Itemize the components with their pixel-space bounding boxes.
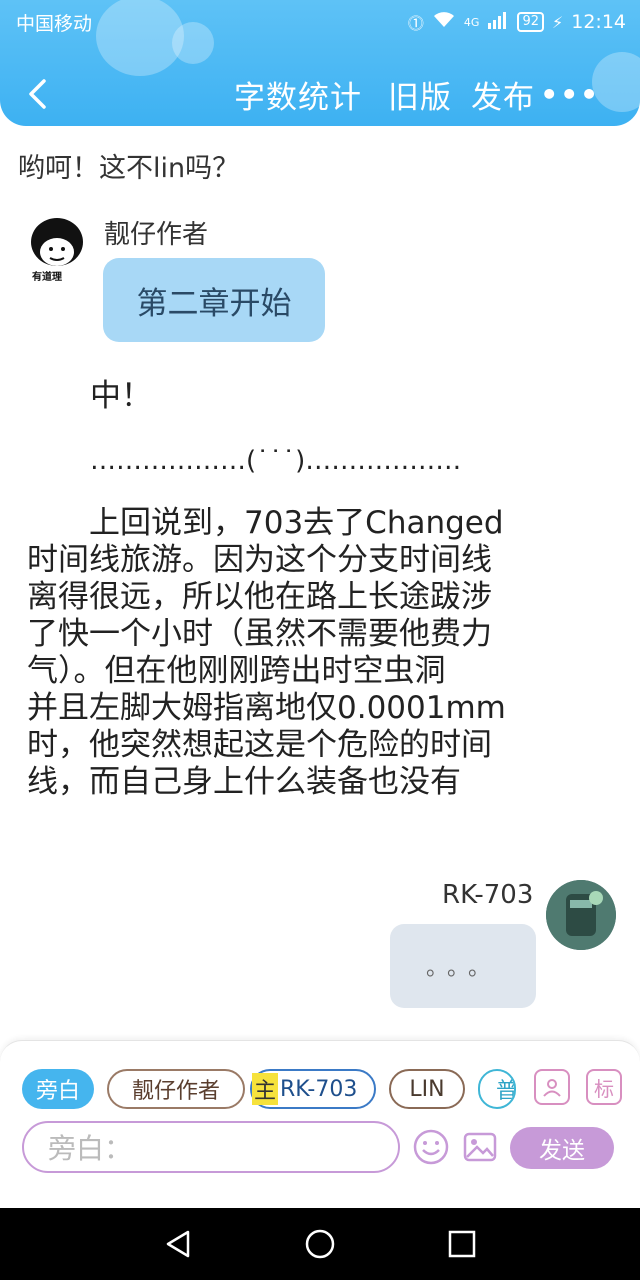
paragraph-line: 离得很远，所以他在路上长途跋涉 <box>27 579 492 615</box>
paragraph-line: 线，而自己身上什么装备也没有 <box>27 764 461 800</box>
role-chip-pu[interactable]: 普 <box>478 1069 516 1109</box>
aside-line: 哟呵！这不lin吗？ <box>18 153 240 184</box>
recents-nav-icon[interactable] <box>446 1228 478 1260</box>
carrier-label: 中国移动 <box>16 12 93 35</box>
role-chip-aside[interactable]: 旁白 <box>22 1069 94 1109</box>
send-button[interactable]: 发送 <box>510 1127 614 1169</box>
charging-icon: ⚡ <box>552 12 564 32</box>
paragraph-line: 并且左脚大姆指离地仅0.0001mm <box>27 690 506 726</box>
rk-avatar[interactable] <box>546 880 616 950</box>
data-saver-icon: ⓵ <box>407 14 424 33</box>
more-icon[interactable]: ••• <box>540 78 600 111</box>
role-chip-author[interactable]: 靓仔作者 <box>107 1069 245 1109</box>
rk-name: RK-703 <box>442 880 534 910</box>
author-name: 靓仔作者 <box>104 220 209 250</box>
status-bar: 中国移动 ⓵ 4G 92 ⚡ 12:14 <box>16 6 626 38</box>
message-input[interactable]: 旁白： <box>22 1121 400 1173</box>
publish-button[interactable]: 发布 <box>471 72 535 117</box>
image-icon[interactable] <box>462 1129 498 1165</box>
signal-icon <box>487 11 509 33</box>
clock: 12:14 <box>571 11 626 33</box>
narration-paragraph: 上回说到，703去了Changed 时间线旅游。因为这个分支时间线 离得很远，所… <box>27 505 607 801</box>
paragraph-line: 气）。但在他刚刚跨出时空虫洞 <box>27 653 446 689</box>
add-role-icon[interactable] <box>534 1069 570 1105</box>
narration-line: ………………(˙˙˙)……………… <box>90 446 462 476</box>
home-nav-icon[interactable] <box>304 1228 336 1260</box>
paragraph-line: 时，他突然想起这是个危险的时间 <box>27 727 492 763</box>
role-chip-rk[interactable]: 主 RK-703 <box>250 1069 376 1109</box>
nav-bar: 字数统计 旧版 发布 ••• <box>0 68 640 120</box>
role-chip-rk-label: RK-703 <box>280 1076 358 1102</box>
emoji-icon[interactable] <box>413 1129 449 1165</box>
paragraph-line: 上回说到，703去了Changed <box>27 505 504 541</box>
role-chip-lin[interactable]: LIN <box>389 1069 465 1109</box>
author-message-bubble[interactable]: 第二章开始 <box>103 258 325 342</box>
back-icon[interactable] <box>22 74 52 114</box>
network-type-label: 4G <box>463 15 480 29</box>
old-version-button[interactable]: 旧版 <box>388 72 452 117</box>
narration-line: 中！ <box>90 378 152 414</box>
system-nav-bar <box>0 1208 640 1280</box>
tag-icon[interactable]: 标 <box>586 1069 622 1105</box>
top-header: 中国移动 ⓵ 4G 92 ⚡ 12:14 字数统计 旧版 发布 ••• <box>0 0 640 126</box>
battery-icon: 92 <box>517 12 544 32</box>
main-role-marker: 主 <box>252 1073 279 1105</box>
wifi-icon <box>432 11 456 33</box>
rk-message-bubble[interactable]: 。。。 <box>390 924 536 1008</box>
word-count-button[interactable]: 字数统计 <box>234 72 362 117</box>
back-nav-icon[interactable] <box>162 1228 194 1260</box>
input-panel: 旁白 靓仔作者 主 RK-703 LIN 普 标 旁白： 发送 <box>0 1040 640 1208</box>
paragraph-line: 了快一个小时（虽然不需要他费力 <box>27 616 492 652</box>
paragraph-line: 时间线旅游。因为这个分支时间线 <box>27 542 492 578</box>
avatar-caption: 有道理 <box>32 272 62 283</box>
